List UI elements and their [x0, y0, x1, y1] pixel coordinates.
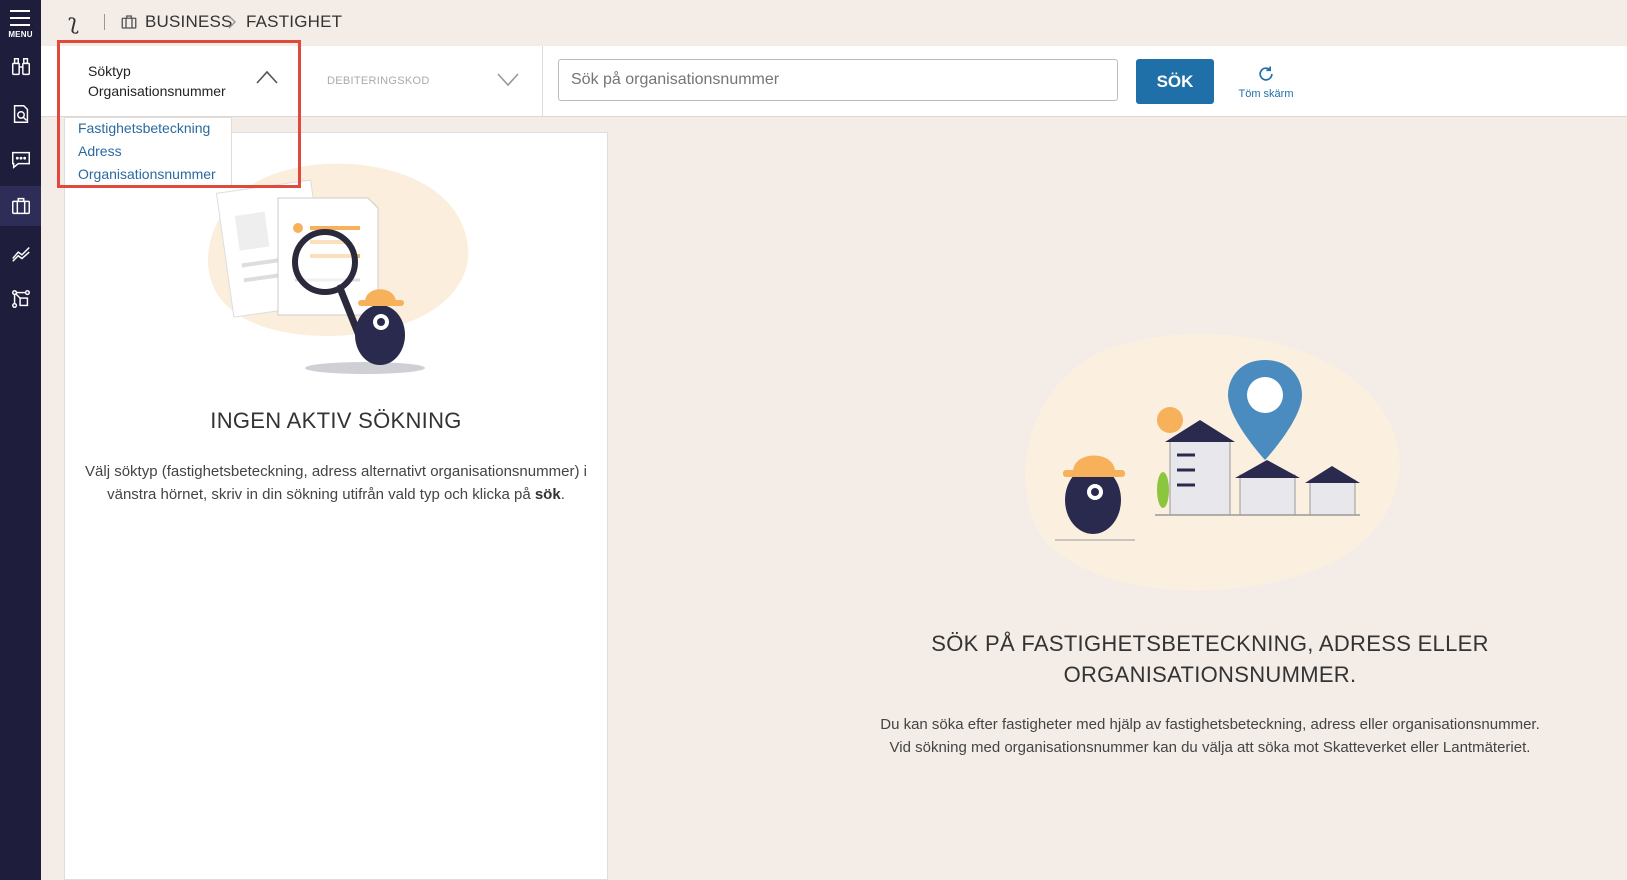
- sidebar-item-chart[interactable]: [0, 233, 41, 273]
- divider: [542, 46, 543, 116]
- sidebar-item-chat[interactable]: [0, 140, 41, 180]
- binoculars-icon: [11, 58, 30, 76]
- sidebar-item-business[interactable]: [0, 186, 41, 226]
- info-text: Du kan söka efter fastigheter med hjälp …: [880, 716, 1540, 756]
- empty-state-text: Välj söktyp (fastighetsbeteckning, adres…: [85, 463, 587, 503]
- sidebar: MENU: [0, 0, 41, 880]
- sidebar-item-binoculars[interactable]: [0, 47, 41, 87]
- clear-screen-label: Töm skärm: [1238, 88, 1294, 100]
- hamburger-icon: [10, 10, 30, 31]
- bold-search-word: sök: [534, 486, 561, 503]
- menu-button[interactable]: MENU: [0, 6, 41, 42]
- menu-label: MENU: [8, 30, 33, 39]
- briefcase-icon: [121, 15, 137, 29]
- info-title: SÖK PÅ FASTIGHETSBETECKNING, ADRESS ELLE…: [931, 631, 1489, 687]
- breadcrumb-fastighet: FASTIGHET: [246, 12, 343, 31]
- briefcase-icon: [11, 197, 30, 215]
- chat-icon: [11, 151, 30, 169]
- chart-line-icon: [11, 246, 30, 262]
- chevron-down-icon[interactable]: [497, 73, 519, 87]
- sidebar-item-network[interactable]: [0, 279, 41, 319]
- debiteringskod-select[interactable]: DEBITERINGSKOD: [327, 75, 430, 87]
- document-search-icon: [13, 105, 28, 123]
- refresh-icon: [1259, 66, 1273, 81]
- chevron-right-icon: [228, 15, 237, 29]
- search-input[interactable]: [558, 59, 1118, 101]
- app-logo[interactable]: ʅ: [68, 10, 79, 35]
- search-button[interactable]: SÖK: [1136, 59, 1214, 104]
- clear-screen-button[interactable]: Töm skärm: [1232, 62, 1300, 102]
- breadcrumb-business[interactable]: BUSINESS: [145, 12, 233, 32]
- divider: [104, 14, 105, 30]
- empty-state-title: INGEN AKTIV SÖKNING: [210, 408, 462, 433]
- sidebar-item-document-search[interactable]: [0, 94, 41, 134]
- property-illustration: [1025, 334, 1400, 591]
- highlight-box: [57, 40, 301, 188]
- network-icon: [11, 290, 30, 308]
